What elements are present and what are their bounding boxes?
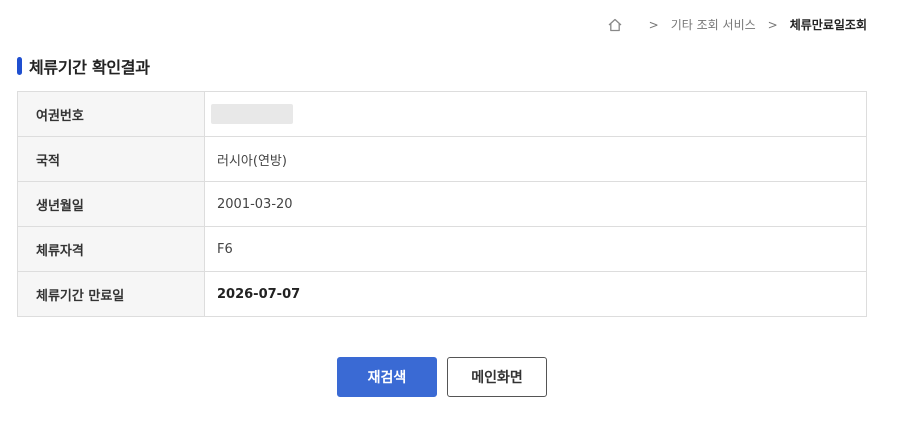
passport-number-label: 여권번호 (17, 91, 205, 137)
visa-status-label: 체류자격 (17, 226, 205, 272)
nationality-label: 국적 (17, 136, 205, 182)
expiry-date-label: 체류기간 만료일 (17, 271, 205, 317)
breadcrumb-item-other-services[interactable]: 기타 조회 서비스 (671, 16, 756, 33)
table-row: 체류자격 F6 (17, 226, 867, 272)
chevron-right-icon: > (648, 17, 659, 32)
visa-status-value: F6 (204, 226, 867, 272)
table-row: 국적 러시아(연방) (17, 136, 867, 182)
button-group: 재검색 메인화면 (337, 357, 547, 397)
page-title: 체류기간 확인결과 (29, 58, 150, 77)
passport-number-value (204, 91, 867, 137)
table-row: 생년월일 2001-03-20 (17, 181, 867, 227)
breadcrumb-item-current: 체류만료일조회 (789, 18, 867, 32)
breadcrumb: > 기타 조회 서비스 > 체류만료일조회 (607, 16, 867, 33)
nationality-value: 러시아(연방) (204, 136, 867, 182)
research-button[interactable]: 재검색 (337, 357, 437, 397)
title-marker (17, 57, 22, 75)
masked-passport-number (211, 104, 293, 124)
section-header: 체류기간 확인결과 (17, 54, 150, 78)
birth-date-value: 2001-03-20 (204, 181, 867, 227)
table-row: 체류기간 만료일 2026-07-07 (17, 271, 867, 317)
chevron-right-icon: > (767, 17, 778, 32)
home-icon[interactable] (607, 17, 623, 33)
table-row: 여권번호 (17, 91, 867, 137)
main-page-button[interactable]: 메인화면 (447, 357, 547, 397)
birth-date-label: 생년월일 (17, 181, 205, 227)
expiry-date-value: 2026-07-07 (204, 271, 867, 317)
result-table: 여권번호 국적 러시아(연방) 생년월일 2001-03-20 체류자격 F6 … (17, 91, 867, 317)
